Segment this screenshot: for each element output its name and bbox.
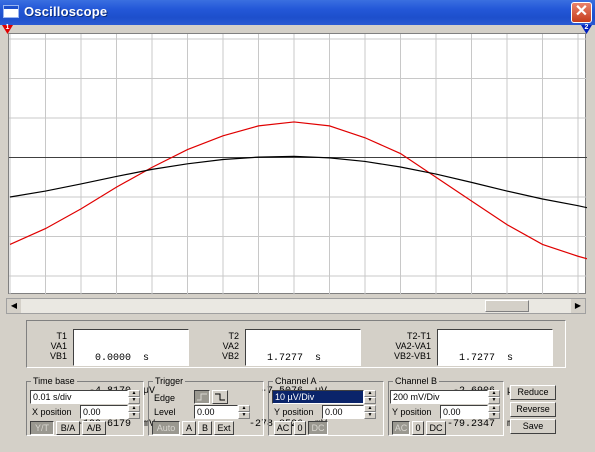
rising-edge-icon[interactable]	[194, 390, 210, 404]
window-icon	[3, 5, 19, 18]
save-button[interactable]: Save	[510, 419, 556, 434]
time-scrollbar[interactable]: ◀ ▶	[6, 298, 586, 314]
readout-label: T2	[228, 331, 239, 341]
channel-b-ypos-label: Y position	[392, 407, 432, 417]
readout-label: VB2	[221, 351, 239, 361]
channel-a-ypos-input[interactable]: 0.00	[322, 405, 364, 419]
channel-b-scale-input[interactable]: 200 mV/Div	[390, 390, 488, 404]
channel-a-trace	[9, 121, 587, 260]
close-button[interactable]: ✕	[571, 2, 592, 23]
level-input[interactable]: 0.00	[194, 405, 238, 419]
readout-value: 1.7277 s	[441, 353, 514, 364]
channel-a-ypos-spinner[interactable]: ▲ ▼	[364, 405, 376, 419]
channel-b-ac-button[interactable]: AC	[392, 421, 410, 435]
channel-b-dc-button[interactable]: DC	[426, 421, 446, 435]
channel-b-ypos-spinner[interactable]: ▲ ▼	[488, 405, 500, 419]
window-title: Oscilloscope	[24, 4, 108, 19]
readout-value: 1.7277 s	[249, 353, 322, 364]
readout-value: 0.0000 s	[77, 353, 150, 364]
readout-label: T2-T1	[406, 331, 431, 341]
channel-a-dc-button[interactable]: DC	[308, 421, 328, 435]
level-label: Level	[154, 407, 176, 417]
channel-b-scale-spinner[interactable]: ▲ ▼	[488, 390, 500, 404]
scope-plot	[9, 34, 587, 295]
channel-b-ypos-input[interactable]: 0.00	[440, 405, 488, 419]
title-bar: Oscilloscope ✕	[0, 0, 595, 25]
timebase-scale-spinner[interactable]: ▲ ▼	[128, 390, 140, 404]
trigger-title: Trigger	[155, 376, 184, 386]
trigger-b-button[interactable]: B	[198, 421, 212, 435]
cursor-2-label: 2	[584, 24, 589, 31]
scroll-right-arrow-icon[interactable]: ▶	[571, 299, 585, 313]
readout-values: 1.7277 s -7.5076 µV -278.8526 mV	[245, 329, 361, 430]
scroll-left-arrow-icon[interactable]: ◀	[7, 299, 21, 313]
readout-values: 1.7277 s -2.6906 µV -79.2347 mV	[437, 329, 553, 430]
channel-a-ac-button[interactable]: AC	[274, 421, 292, 435]
trigger-a-button[interactable]: A	[182, 421, 196, 435]
channel-a-ypos-label: Y position	[274, 407, 314, 417]
timebase-title: Time base	[33, 376, 75, 386]
trigger-auto-button[interactable]: Auto	[152, 421, 180, 435]
channel-a-scale-input[interactable]: 10 µV/Div	[272, 390, 364, 404]
readout-panel: T1 VA1 VB1 0.0000 s -4.8170 µV -199.6179…	[26, 320, 566, 430]
trigger-ext-button[interactable]: Ext	[214, 421, 234, 435]
readout-label: VA2	[222, 341, 239, 351]
xpos-spinner[interactable]: ▲ ▼	[128, 405, 140, 419]
readout-label: VA1	[50, 341, 67, 351]
xpos-input[interactable]: 0.00	[80, 405, 128, 419]
level-spinner[interactable]: ▲ ▼	[238, 405, 250, 419]
timebase-scale-input[interactable]: 0.01 s/div	[30, 390, 128, 404]
scope-screen[interactable]	[8, 33, 587, 295]
falling-edge-icon[interactable]	[212, 390, 228, 404]
reduce-button[interactable]: Reduce	[510, 385, 556, 400]
scroll-thumb[interactable]	[485, 300, 529, 312]
readout-label: T1	[56, 331, 67, 341]
channel-b-zero-button[interactable]: 0	[412, 421, 424, 435]
readout-values: 0.0000 s -4.8170 µV -199.6179 mV	[73, 329, 189, 430]
mode-ba-button[interactable]: B/A	[56, 421, 80, 435]
channel-b-trace	[9, 155, 587, 209]
mode-yt-button[interactable]: Y/T	[30, 421, 54, 435]
channel-a-zero-button[interactable]: 0	[294, 421, 306, 435]
channel-b-title: Channel B	[395, 376, 438, 386]
cursor-1-label: 1	[5, 24, 10, 31]
readout-label: VA2-VA1	[395, 341, 431, 351]
reverse-button[interactable]: Reverse	[510, 402, 556, 417]
readout-label: VB1	[49, 351, 67, 361]
readout-label: VB2-VB1	[393, 351, 431, 361]
edge-label: Edge	[154, 393, 176, 403]
channel-a-scale-spinner[interactable]: ▲ ▼	[364, 390, 376, 404]
xpos-label: X position	[32, 407, 72, 417]
mode-ab-button[interactable]: A/B	[82, 421, 106, 435]
channel-a-title: Channel A	[275, 376, 317, 386]
